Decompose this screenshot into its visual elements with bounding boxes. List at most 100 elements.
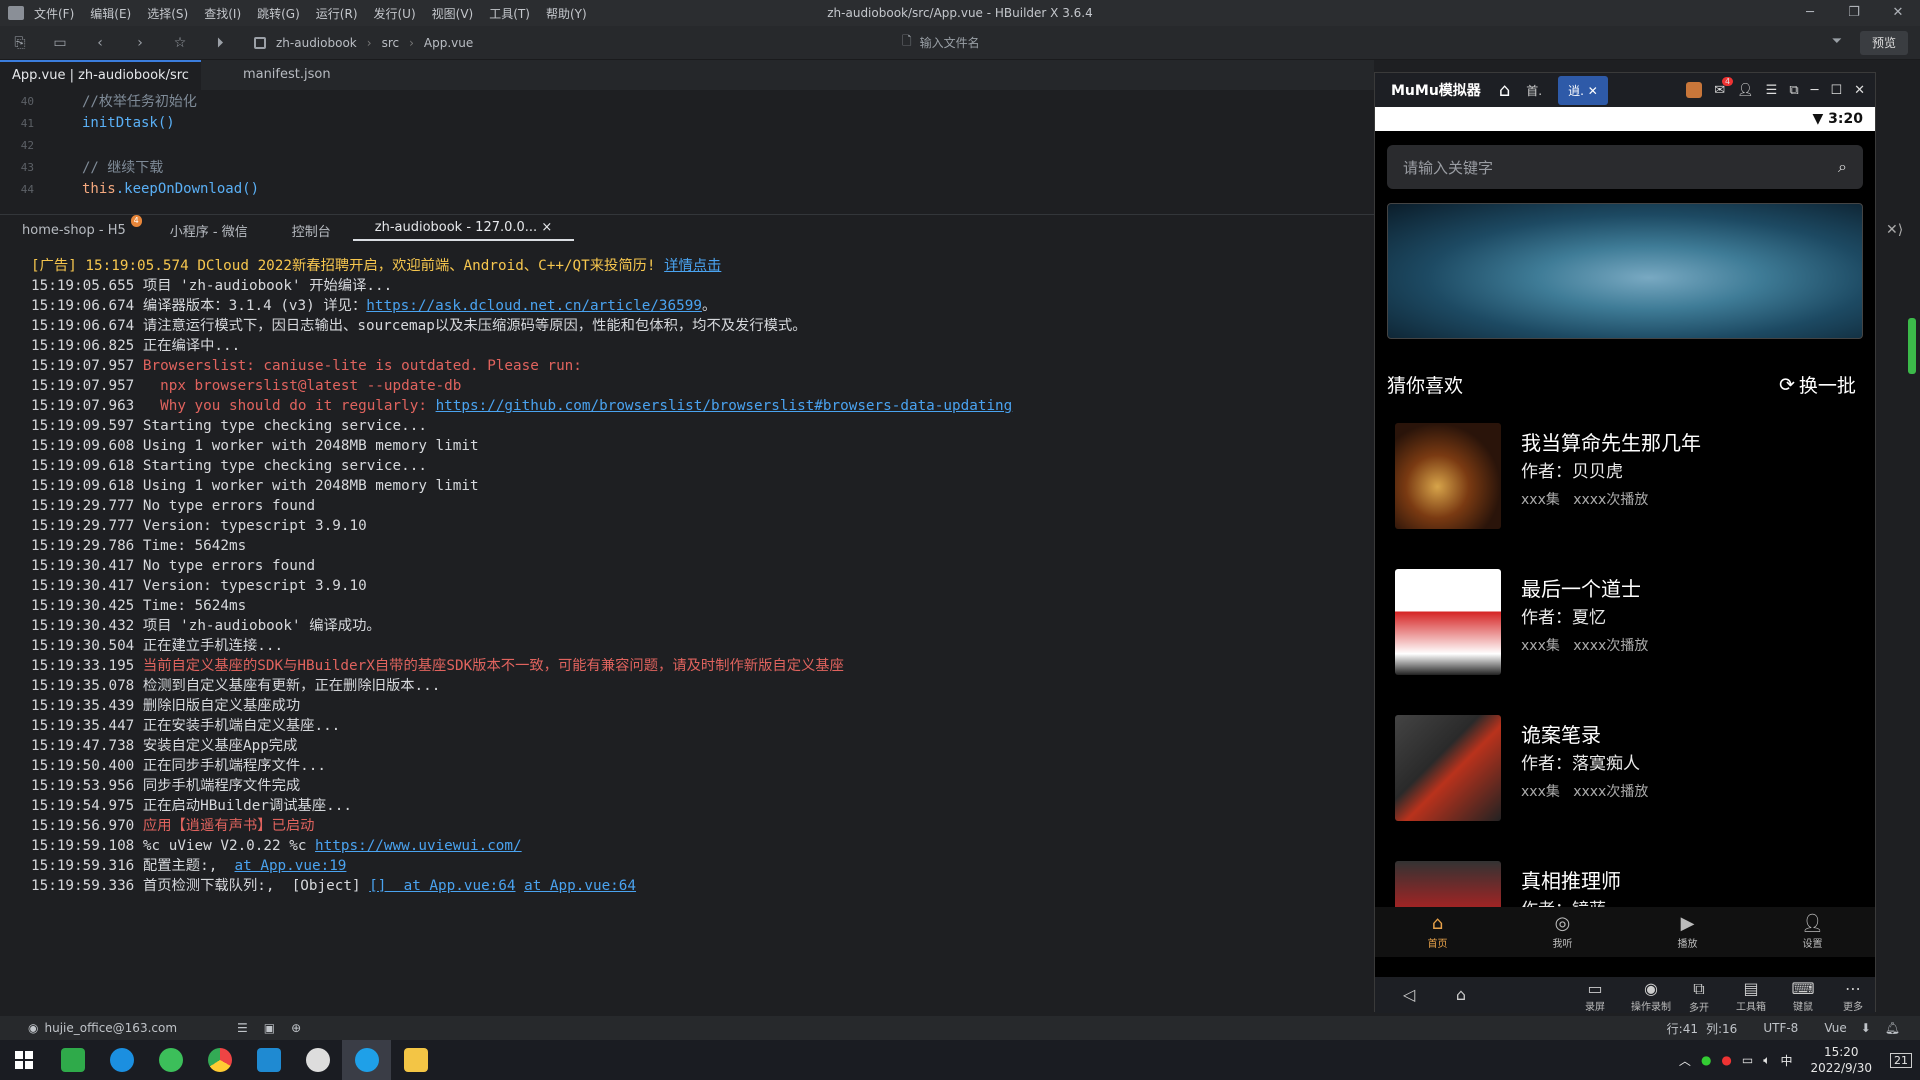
log-link[interactable]: https://ask.dcloud.net.cn/article/36599 xyxy=(366,298,702,314)
terminal-icon[interactable]: ▣ xyxy=(264,1021,275,1035)
breadcrumb-file[interactable]: App.vue xyxy=(424,36,473,50)
language-mode[interactable]: Vue xyxy=(1824,1021,1846,1035)
keymap-button[interactable]: ⌨ 键鼠 xyxy=(1783,979,1823,1013)
search-input[interactable]: 请输入关键字 ⌕ xyxy=(1387,145,1863,189)
menu-goto[interactable]: 跳转(G) xyxy=(257,5,300,22)
list-item[interactable]: 诡案笔录 作者：落寞痴人 xxx集 xxxx次播放 xyxy=(1395,715,1855,825)
volume-icon[interactable]: 🔈︎ xyxy=(1763,1053,1770,1068)
emulator-tab-home[interactable]: 首. xyxy=(1516,76,1552,105)
tab-miniprogram[interactable]: 小程序 - 微信 xyxy=(148,221,270,240)
globe-icon[interactable]: ⊕ xyxy=(291,1021,301,1035)
ime-indicator[interactable]: 中 xyxy=(1780,1052,1792,1069)
star-icon[interactable]: ☆ xyxy=(160,35,200,51)
multi-instance-button[interactable]: ⧉ 多开 xyxy=(1679,979,1719,1014)
log-link[interactable]: at App.vue:64 xyxy=(524,878,636,894)
wechat-app-icon[interactable] xyxy=(146,1040,195,1080)
minimize-icon[interactable]: ─ xyxy=(1811,83,1819,98)
toolbox-button[interactable]: ▤ 工具箱 xyxy=(1731,979,1771,1013)
log-link[interactable]: at App.vue:19 xyxy=(235,858,347,874)
list-icon[interactable]: ☰ xyxy=(237,1021,248,1035)
home-icon[interactable]: ⌂ xyxy=(1441,985,1481,1004)
ad-link[interactable]: 详情点击 xyxy=(664,258,721,274)
menu-edit[interactable]: 编辑(E) xyxy=(90,5,131,22)
clock[interactable]: 15:20 2022/9/30 xyxy=(1810,1044,1872,1076)
maximize-icon[interactable]: ☐ xyxy=(1830,83,1842,98)
tab-listen[interactable]: ◎ 我听 xyxy=(1500,907,1625,957)
restore-icon[interactable]: ❐ xyxy=(1832,0,1876,26)
list-item[interactable]: 真相推理师 作者：镜蓝 xyxy=(1395,861,1855,907)
menu-icon[interactable]: ☰ xyxy=(1766,83,1778,98)
more-button[interactable]: ⋯ 更多 xyxy=(1833,979,1873,1013)
menu-run[interactable]: 运行(R) xyxy=(316,5,358,22)
menu-find[interactable]: 查找(I) xyxy=(204,5,241,22)
tab-manifest[interactable]: manifest.json xyxy=(231,60,343,90)
notification-icon[interactable]: 21 xyxy=(1890,1052,1912,1068)
record-screen-button[interactable]: ▭ 录屏 xyxy=(1575,979,1615,1013)
save-icon[interactable]: ▭ xyxy=(40,35,80,51)
tab-zh-audiobook[interactable]: zh-audiobook - 127.0.0... × xyxy=(352,220,575,241)
menu-select[interactable]: 选择(S) xyxy=(147,5,188,22)
user-icon[interactable]: 👤︎ xyxy=(1737,83,1754,98)
log-link[interactable]: [] at App.vue:64 xyxy=(369,878,515,894)
user-account[interactable]: hujie_office@163.com xyxy=(44,1021,177,1035)
back-icon[interactable]: ◁ xyxy=(1389,985,1429,1004)
weibo-icon[interactable]: ● xyxy=(1721,1053,1731,1067)
download-icon[interactable]: ⬇ xyxy=(1861,1021,1871,1035)
log-link[interactable]: https://www.uviewui.com/ xyxy=(315,838,522,854)
preview-button[interactable]: 预览 xyxy=(1860,31,1908,55)
macro-record-button[interactable]: ◉ 操作录制 xyxy=(1625,979,1677,1013)
list-item[interactable]: 我当算命先生那几年 作者：贝贝虎 xxx集 xxxx次播放 xyxy=(1395,423,1855,533)
menu-help[interactable]: 帮助(Y) xyxy=(546,5,587,22)
bell-icon[interactable]: 🔔︎ xyxy=(1885,1021,1900,1035)
encoding[interactable]: UTF-8 xyxy=(1763,1021,1798,1035)
new-file-icon[interactable]: ⎘ xyxy=(0,35,40,51)
close-icon[interactable]: ✕ xyxy=(1854,83,1865,98)
security-icon[interactable]: ● xyxy=(1701,1053,1711,1067)
menu-view[interactable]: 视图(V) xyxy=(432,5,474,22)
run-icon[interactable]: ⏵ xyxy=(200,35,240,51)
hbuilder-app-icon[interactable] xyxy=(48,1040,97,1080)
refresh-button[interactable]: ⟳ 换一批 xyxy=(1779,371,1856,398)
tab-console[interactable]: 控制台 xyxy=(270,221,353,240)
mail-icon[interactable]: ✉ 4 xyxy=(1714,76,1734,98)
nav-label: 录屏 xyxy=(1585,1002,1605,1013)
banner-image[interactable] xyxy=(1387,203,1863,339)
chrome-app-icon[interactable] xyxy=(195,1040,244,1080)
menu-publish[interactable]: 发行(U) xyxy=(374,5,416,22)
emulator-tab-app[interactable]: 逍. ✕ xyxy=(1558,75,1608,105)
skype-app-icon[interactable] xyxy=(97,1040,146,1080)
home-icon[interactable]: ⌂ xyxy=(1499,80,1510,101)
tab-home-shop[interactable]: home-shop - H5 4 xyxy=(0,215,148,238)
chevron-up-icon[interactable]: ︿ xyxy=(1679,1052,1691,1069)
file-search-input[interactable]: 🗋 输入文件名 xyxy=(902,32,980,53)
menu-file[interactable]: 文件(F) xyxy=(34,5,74,22)
back-icon[interactable]: ‹ xyxy=(80,35,120,51)
menu-tools[interactable]: 工具(T) xyxy=(489,5,530,22)
vscode-app-icon[interactable] xyxy=(244,1040,293,1080)
network-icon[interactable]: ▭ xyxy=(1742,1053,1753,1067)
mumu-app-icon[interactable] xyxy=(342,1040,391,1080)
tab-settings[interactable]: 👤︎ 设置 xyxy=(1750,907,1875,957)
tab-app-vue[interactable]: App.vue | zh-audiobook/src xyxy=(0,60,201,90)
tab-home[interactable]: ⌂ 首页 xyxy=(1375,907,1500,957)
minimize-icon[interactable]: ─ xyxy=(1788,0,1832,26)
tab-play[interactable]: ▶ 播放 xyxy=(1625,907,1750,957)
list-item[interactable]: 最后一个道士 作者：夏忆 xxx集 xxxx次播放 xyxy=(1395,569,1855,679)
close-tab-icon[interactable]: × xyxy=(541,220,552,235)
log-link[interactable]: https://github.com/browserslist/browsers… xyxy=(436,398,1013,414)
explorer-app-icon[interactable] xyxy=(391,1040,440,1080)
avatar-icon[interactable] xyxy=(1686,82,1703,98)
code-editor[interactable]: 40 //枚举任务初始化 41 initDtask() 42 43 // 继续下载 4… xyxy=(0,90,1374,200)
detach-icon[interactable]: ⧉ xyxy=(1789,83,1798,98)
close-icon[interactable]: ✕ xyxy=(1876,0,1920,26)
scrollbar-thumb[interactable] xyxy=(1908,318,1916,374)
collapse-panel-icon[interactable]: ✕⟩ xyxy=(1886,222,1903,238)
forward-icon[interactable]: › xyxy=(120,35,160,51)
breadcrumb-project[interactable]: zh-audiobook xyxy=(276,36,357,50)
filter-icon[interactable]: ⏷ xyxy=(1832,34,1842,49)
breadcrumb-folder[interactable]: src xyxy=(382,36,400,50)
start-icon[interactable] xyxy=(0,1040,48,1080)
chat-app-icon[interactable] xyxy=(293,1040,342,1080)
search-icon[interactable]: ⌕ xyxy=(1838,157,1847,177)
close-tab-icon[interactable]: ✕ xyxy=(1588,84,1598,98)
